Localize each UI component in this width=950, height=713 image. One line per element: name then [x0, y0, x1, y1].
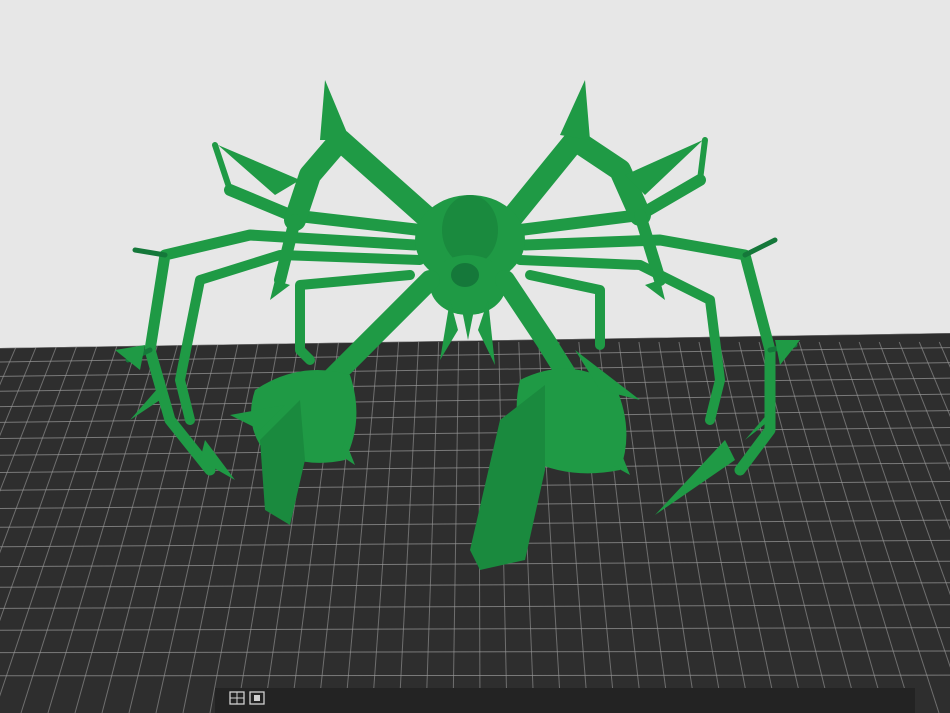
- build-plate: [0, 333, 950, 713]
- build-plate-scene[interactable]: [0, 0, 950, 713]
- 3d-viewport[interactable]: [0, 0, 950, 713]
- build-plate-edge: [215, 688, 915, 713]
